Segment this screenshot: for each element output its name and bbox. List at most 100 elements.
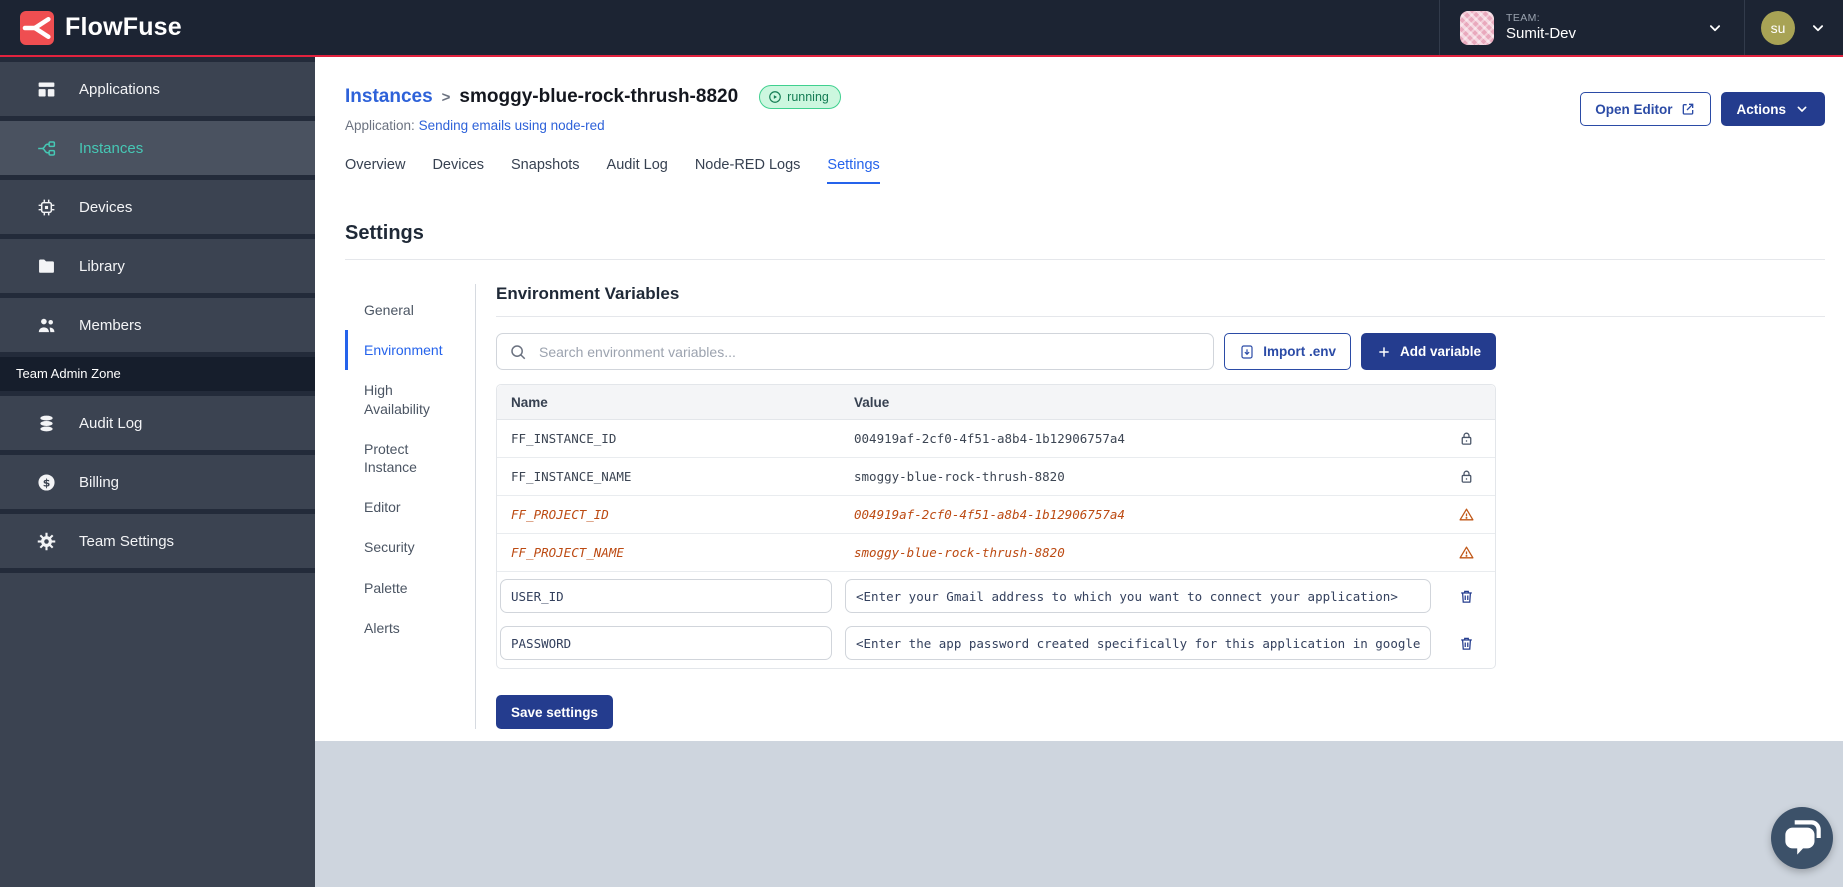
tab-node-red-logs[interactable]: Node-RED Logs [695,157,801,184]
open-editor-label: Open Editor [1595,101,1673,117]
import-env-button[interactable]: Import .env [1224,333,1351,370]
sidebar-item-audit-log[interactable]: Audit Log [0,396,315,450]
settings-nav-editor[interactable]: Editor [345,487,475,527]
trash-icon [1458,588,1475,605]
vertical-divider [475,284,476,729]
env-var-name-input[interactable] [500,626,832,660]
team-avatar [1460,10,1494,45]
open-editor-button[interactable]: Open Editor [1580,92,1712,126]
trash-icon [1458,635,1475,652]
sidebar-item-instances[interactable]: Instances [0,121,315,175]
breadcrumb: Instances > smoggy-blue-rock-thrush-8820… [345,85,880,109]
play-circle-icon [768,90,782,104]
sidebar-item-devices[interactable]: Devices [0,180,315,234]
svg-text:$: $ [43,476,51,489]
sidebar-item-label: Billing [79,473,120,491]
team-selector[interactable]: TEAM: Sumit-Dev [1439,0,1744,55]
env-var-value: 004919af-2cf0-4f51-a8b4-1b12906757a4 [854,431,1125,446]
settings-nav-protect-instance[interactable]: Protect Instance [345,429,475,487]
env-var-row: FF_INSTANCE_NAME smoggy-blue-rock-thrush-… [497,458,1495,496]
env-var-row [497,572,1495,620]
chevron-down-icon [1794,101,1810,117]
brand[interactable]: FlowFuse [0,0,182,55]
brand-name: FlowFuse [65,13,182,41]
env-var-row: FF_PROJECT_ID 004919af-2cf0-4f51-a8b4-1b1… [497,496,1495,534]
sidebar-item-billing[interactable]: $ Billing [0,455,315,509]
sidebar-item-team-settings[interactable]: Team Settings [0,514,315,568]
env-var-name-input[interactable] [500,579,832,613]
tab-snapshots[interactable]: Snapshots [511,157,580,184]
env-var-value: 004919af-2cf0-4f51-a8b4-1b12906757a4 [854,507,1125,522]
save-settings-button[interactable]: Save settings [496,695,614,729]
flowfuse-logo-icon [20,10,54,45]
sidebar-item-label: Applications [79,80,160,98]
sidebar-nav-main: Applications Instances Devices Library Membe… [0,62,315,357]
settings-nav-palette[interactable]: Palette [345,568,475,608]
sidebar-item-applications[interactable]: Applications [0,62,315,116]
settings-nav-general[interactable]: General [345,290,475,330]
gear-icon [36,531,57,552]
instance-tabs: Overview Devices Snapshots Audit Log Node-RE… [345,157,880,184]
settings-nav-alerts[interactable]: Alerts [345,608,475,648]
delete-variable-button[interactable] [1458,588,1475,605]
instances-icon [36,138,57,159]
warning-icon [1458,544,1475,561]
sidebar-item-label: Library [79,257,125,275]
sidebar-item-members[interactable]: Members [0,298,315,352]
table-header: Name Value [497,385,1495,420]
tab-audit-log[interactable]: Audit Log [607,157,668,184]
env-var-value-input[interactable] [845,626,1431,660]
import-file-icon [1239,344,1255,360]
breadcrumb-instances-link[interactable]: Instances [345,86,433,108]
lock-icon [1458,430,1475,447]
sidebar-item-label: Devices [79,198,133,216]
add-variable-button[interactable]: Add variable [1360,333,1496,370]
settings-nav-high-availability[interactable]: High Availability [345,370,475,428]
sidebar-item-label: Members [79,316,142,334]
sidebar-item-label: Team Settings [79,532,175,550]
tab-overview[interactable]: Overview [345,157,405,184]
tab-settings[interactable]: Settings [827,157,880,184]
application-line: Application: Sending emails using node-r… [345,118,880,133]
env-var-name: FF_PROJECT_ID [511,507,609,522]
env-var-row [497,620,1495,668]
status-badge: running [759,85,841,109]
delete-variable-button[interactable] [1458,635,1475,652]
column-header-name: Name [511,394,548,410]
env-variables-table: Name Value FF_INSTANCE_ID 004919af-2cf0-4… [496,384,1496,669]
page-footer [315,741,1843,887]
breadcrumb-separator: > [441,88,451,106]
actions-label: Actions [1736,101,1786,117]
environment-variables-title: Environment Variables [496,284,1825,317]
application-link[interactable]: Sending emails using node-red [419,118,605,133]
settings-nav: General Environment High Availability Prote… [345,276,475,729]
column-header-value: Value [854,394,890,410]
devices-icon [36,197,57,218]
chat-widget-button[interactable] [1771,807,1833,869]
settings-nav-security[interactable]: Security [345,527,475,567]
user-menu[interactable]: su [1744,0,1843,55]
chevron-down-icon [1809,19,1827,37]
lock-icon [1458,468,1475,485]
env-var-row: FF_PROJECT_NAME smoggy-blue-rock-thrush-8… [497,534,1495,572]
settings-title: Settings [345,222,424,244]
env-var-value: smoggy-blue-rock-thrush-8820 [854,469,1065,484]
chevron-down-icon [1706,19,1724,37]
sidebar-item-library[interactable]: Library [0,239,315,293]
team-label: TEAM: [1506,11,1541,24]
members-icon [36,315,57,336]
env-var-name: FF_INSTANCE_NAME [511,469,632,484]
env-var-name: FF_INSTANCE_ID [511,431,617,446]
sidebar: Applications Instances Devices Library Membe… [0,57,315,887]
audit-log-icon [36,413,57,434]
sidebar-nav-admin: Audit Log $ Billing Team Settings [0,396,315,573]
sidebar-item-label: Instances [79,139,144,157]
env-var-value-input[interactable] [845,579,1431,613]
search-env-input[interactable] [537,342,1202,361]
settings-nav-environment[interactable]: Environment [345,330,475,371]
tab-devices[interactable]: Devices [432,157,484,184]
actions-button[interactable]: Actions [1721,92,1825,126]
env-var-value: smoggy-blue-rock-thrush-8820 [854,545,1065,560]
applications-icon [36,79,57,100]
page-title: smoggy-blue-rock-thrush-8820 [459,86,739,107]
